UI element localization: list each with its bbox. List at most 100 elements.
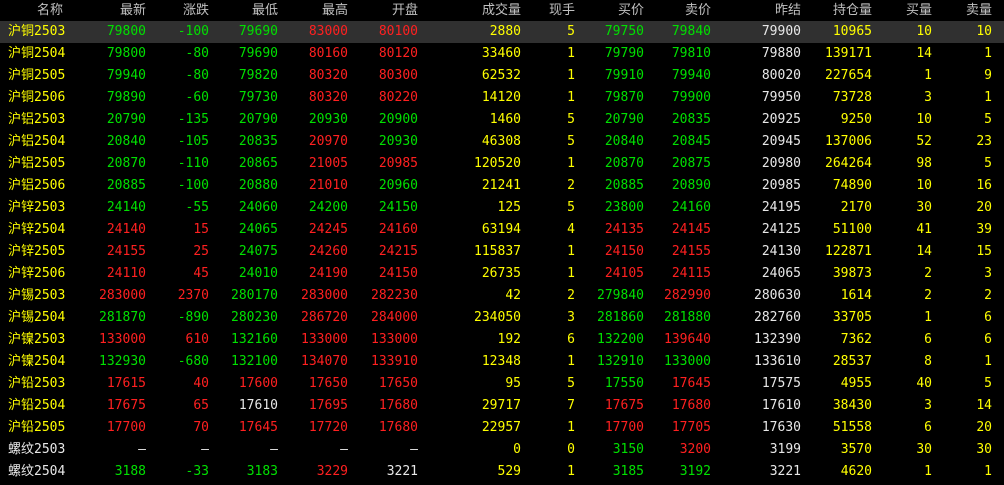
cell-low: 280230 [231, 310, 278, 325]
quote-row[interactable]: 沪铝2506 20885 -100 20880 21010 20960 21241 2 2088… [0, 175, 1004, 197]
column-header[interactable]: 最新 [76, 0, 146, 21]
column-header[interactable]: 开盘 [352, 0, 418, 21]
cell-bid: 3185 [612, 464, 644, 479]
cell-bidv: 30 [916, 200, 932, 215]
cell-last: 3188 [114, 464, 146, 479]
cell-high: 83000 [308, 24, 348, 39]
column-header[interactable]: 买量 [876, 0, 932, 21]
cell-low: 20865 [238, 156, 278, 171]
cell-last: 20840 [106, 134, 146, 149]
cell-low: 20880 [238, 178, 278, 193]
cell-name: 沪铝2506 [8, 178, 66, 193]
quote-row[interactable]: 沪锌2504 24140 15 24065 24245 24160 63194 4 24135 2… [0, 219, 1004, 241]
cell-change: 45 [193, 266, 209, 281]
column-header[interactable]: 最低 [212, 0, 278, 21]
cell-bid: 20840 [604, 134, 644, 149]
cell-low: 17645 [238, 420, 278, 435]
cell-high: 17720 [308, 420, 348, 435]
cell-open: 133000 [371, 332, 418, 347]
cell-prev: 24195 [761, 200, 801, 215]
cell-last: 20885 [106, 178, 146, 193]
quote-row[interactable]: 沪铅2503 17615 40 17600 17650 17650 95 5 17550 1764… [0, 373, 1004, 395]
cell-bidv: 6 [924, 332, 932, 347]
header-row: 名称 最新 涨跌 最低 最高 开盘 成交量 现手 买价 卖价 昨结 持仓量 买量 卖量 [0, 0, 1004, 21]
quote-row[interactable]: 沪锡2504 281870 -890 280230 286720 284000 234050… [0, 307, 1004, 329]
cell-low: 17610 [238, 398, 278, 413]
cell-prev: 133610 [754, 354, 801, 369]
column-header[interactable]: 成交量 [425, 0, 521, 21]
quote-row[interactable]: 沪铅2504 17675 65 17610 17695 17680 29717 7 17675 1… [0, 395, 1004, 417]
cell-bidv: 40 [916, 376, 932, 391]
cell-open: 20900 [378, 112, 418, 127]
cell-cur: 3 [567, 310, 575, 325]
quote-row[interactable]: 沪铜2504 79800 -80 79690 80160 80120 33460 1 79790… [0, 43, 1004, 65]
cell-cur: 2 [567, 288, 575, 303]
cell-askv: 39 [976, 222, 992, 237]
column-header[interactable]: 最高 [282, 0, 348, 21]
cell-oi: 51100 [832, 222, 872, 237]
column-header[interactable]: 买价 [578, 0, 644, 21]
cell-open: 24160 [378, 222, 418, 237]
cell-volume: 21241 [481, 178, 521, 193]
column-header[interactable]: 卖价 [647, 0, 711, 21]
cell-change: -60 [185, 90, 209, 105]
cell-volume: 29717 [481, 398, 521, 413]
cell-low: 24010 [238, 266, 278, 281]
cell-cur: 4 [567, 222, 575, 237]
cell-askv: 30 [976, 442, 992, 457]
cell-bidv: 10 [916, 112, 932, 127]
column-header[interactable]: 昨结 [715, 0, 801, 21]
cell-open: 284000 [371, 310, 418, 325]
cell-last: 133000 [99, 332, 146, 347]
quote-row[interactable]: 沪镍2504 132930 -680 132100 134070 133910 12348 1… [0, 351, 1004, 373]
cell-oi: 264264 [825, 156, 872, 171]
cell-volume: 529 [497, 464, 521, 479]
cell-bidv: 10 [916, 178, 932, 193]
cell-cur: 1 [567, 464, 575, 479]
cell-cur: 1 [567, 420, 575, 435]
cell-high: 21005 [308, 156, 348, 171]
column-header[interactable]: 涨跌 [149, 0, 209, 21]
cell-volume: 192 [497, 332, 521, 347]
cell-change: -80 [185, 46, 209, 61]
quote-row[interactable]: 螺纹2503 — — — — — 0 0 3150 3200 3199 3570 30 30 [0, 439, 1004, 461]
quote-row[interactable]: 沪铝2503 20790 -135 20790 20930 20900 1460 5 20790… [0, 109, 1004, 131]
quote-table: 名称 最新 涨跌 最低 最高 开盘 成交量 现手 买价 卖价 昨结 持仓量 买量 卖量 沪铜2503 798… [0, 0, 1004, 483]
cell-ask: 24145 [671, 222, 711, 237]
quote-row[interactable]: 沪铝2505 20870 -110 20865 21005 20985 120520 1 208… [0, 153, 1004, 175]
quote-row[interactable]: 沪铜2505 79940 -80 79820 80320 80300 62532 1 79910… [0, 65, 1004, 87]
cell-oi: 137006 [825, 134, 872, 149]
quote-row[interactable]: 沪锡2503 283000 2370 280170 283000 282230 42 2 279… [0, 285, 1004, 307]
column-header[interactable]: 卖量 [936, 0, 992, 21]
column-header[interactable]: 持仓量 [804, 0, 872, 21]
quote-row[interactable]: 沪铜2506 79890 -60 79730 80320 80220 14120 1 79870… [0, 87, 1004, 109]
column-header[interactable]: 现手 [525, 0, 575, 21]
quote-row[interactable]: 沪铜2503 79800 -100 79690 83000 80100 2880 5 79750… [0, 21, 1004, 43]
cell-cur: 5 [567, 112, 575, 127]
cell-bid: 20870 [604, 156, 644, 171]
cell-oi: 7362 [840, 332, 872, 347]
quote-row[interactable]: 沪铝2504 20840 -105 20835 20970 20930 46308 5 2084… [0, 131, 1004, 153]
cell-oi: 3570 [840, 442, 872, 457]
cell-prev: 79900 [761, 24, 801, 39]
quote-row[interactable]: 沪锌2503 24140 -55 24060 24200 24150 125 5 23800 24… [0, 197, 1004, 219]
cell-bidv: 8 [924, 354, 932, 369]
quote-row[interactable]: 沪锌2506 24110 45 24010 24190 24150 26735 1 24105 2… [0, 263, 1004, 285]
cell-name: 螺纹2503 [8, 442, 66, 457]
cell-name: 沪铜2504 [8, 46, 66, 61]
cell-bidv: 3 [924, 398, 932, 413]
cell-low: 79730 [238, 90, 278, 105]
cell-prev: 20980 [761, 156, 801, 171]
quote-row[interactable]: 沪镍2503 133000 610 132160 133000 133000 192 6 132… [0, 329, 1004, 351]
cell-ask: 282990 [664, 288, 711, 303]
cell-high: 80160 [308, 46, 348, 61]
cell-cur: 5 [567, 200, 575, 215]
quote-row[interactable]: 螺纹2504 3188 -33 3183 3229 3221 529 1 3185 3192 322… [0, 461, 1004, 483]
cell-volume: 22957 [481, 420, 521, 435]
cell-volume: 26735 [481, 266, 521, 281]
cell-oi: 4620 [840, 464, 872, 479]
quote-row[interactable]: 沪铅2505 17700 70 17645 17720 17680 22957 1 17700 1… [0, 417, 1004, 439]
cell-last: 24140 [106, 222, 146, 237]
cell-cur: 5 [567, 134, 575, 149]
quote-row[interactable]: 沪锌2505 24155 25 24075 24260 24215 115837 1 24150… [0, 241, 1004, 263]
